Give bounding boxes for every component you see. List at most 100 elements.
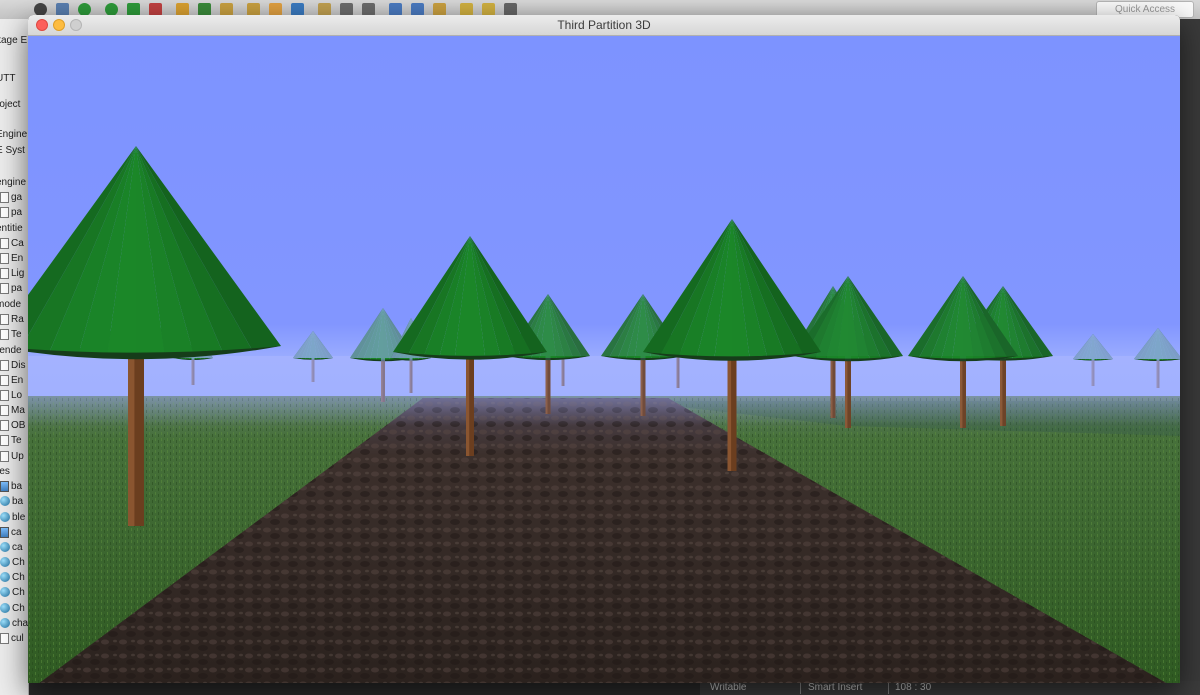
- explorer-item[interactable]: Te: [0, 327, 28, 342]
- resource-file-icon: [0, 603, 10, 614]
- explorer-item[interactable]: pa: [0, 281, 28, 296]
- render-viewport[interactable]: [28, 36, 1180, 683]
- explorer-item-label: Ch: [12, 557, 25, 568]
- window-titlebar[interactable]: Third Partition 3D: [28, 15, 1180, 36]
- explorer-item-label: En: [11, 375, 24, 386]
- explorer-item[interactable]: Ma: [0, 403, 28, 418]
- explorer-item[interactable]: cha: [0, 616, 29, 631]
- explorer-item-label: Ch: [12, 603, 25, 614]
- resource-file-icon: [0, 496, 10, 507]
- explorer-item[interactable]: ba: [0, 479, 28, 494]
- explorer-item[interactable]: Ch: [0, 570, 28, 585]
- resource-file-icon: [0, 542, 10, 553]
- explorer-item[interactable]: Up: [0, 449, 28, 464]
- explorer-item[interactable]: res: [0, 464, 28, 479]
- explorer-item-label: ca: [11, 527, 22, 538]
- horizon-fog: [28, 356, 1180, 426]
- explorer-item[interactable]: Dis: [0, 358, 28, 373]
- explorer-item[interactable]: Ch: [0, 585, 28, 600]
- explorer-item-label: mode: [0, 299, 22, 310]
- java-file-icon: [0, 374, 9, 386]
- resource-file-icon: [0, 587, 10, 598]
- image-file-icon: [0, 526, 9, 538]
- explorer-item[interactable]: Ca: [0, 236, 28, 251]
- explorer-item-label: rende: [0, 345, 22, 356]
- java-file-icon: [0, 237, 9, 249]
- explorer-item[interactable]: engine: [0, 175, 28, 190]
- explorer-item[interactable]: cul: [0, 631, 28, 646]
- java-file-icon: [0, 267, 9, 279]
- explorer-item-label: Ca: [11, 238, 24, 249]
- explorer-item[interactable]: ba: [0, 494, 28, 509]
- explorer-item[interactable]: roject: [0, 97, 28, 112]
- package-explorer: kage E UTT roject Engine E Syst engine ga pa ent…: [0, 19, 29, 695]
- explorer-item[interactable]: OB: [0, 418, 28, 433]
- status-insert-mode: Smart Insert: [808, 682, 863, 693]
- explorer-item-label: E Syst: [0, 145, 25, 156]
- explorer-item[interactable]: Lig: [0, 266, 28, 281]
- explorer-item[interactable]: kage E: [0, 33, 28, 48]
- java-file-icon: [0, 206, 9, 218]
- explorer-item[interactable]: rende: [0, 343, 28, 358]
- ide-status-bar: Writable Smart Insert 108 : 30: [700, 681, 1200, 695]
- explorer-item[interactable]: entitie: [0, 221, 28, 236]
- explorer-item-label: kage E: [0, 35, 28, 46]
- explorer-item-label: entitie: [0, 223, 23, 234]
- explorer-item-label: Up: [11, 451, 24, 462]
- java-file-icon: [0, 632, 9, 644]
- explorer-item-label: Lo: [11, 390, 23, 401]
- explorer-item[interactable]: Ra: [0, 312, 28, 327]
- explorer-item[interactable]: Lo: [0, 388, 28, 403]
- explorer-item-label: pa: [11, 283, 23, 294]
- explorer-item[interactable]: mode: [0, 297, 28, 312]
- java-file-icon: [0, 328, 9, 340]
- explorer-item-label: pa: [11, 207, 23, 218]
- explorer-item[interactable]: Ch: [0, 601, 28, 616]
- java-file-icon: [0, 389, 9, 401]
- java-file-icon: [0, 404, 9, 416]
- explorer-item[interactable]: ca: [0, 525, 28, 540]
- java-file-icon: [0, 434, 9, 446]
- explorer-item[interactable]: En: [0, 373, 28, 388]
- explorer-item-label: ble: [12, 512, 26, 523]
- status-writable: Writable: [710, 682, 747, 693]
- explorer-item-label: Te: [11, 329, 22, 340]
- java-file-icon: [0, 252, 9, 264]
- image-file-icon: [0, 480, 9, 492]
- explorer-item-label: engine: [0, 177, 27, 188]
- explorer-item-label: Lig: [11, 268, 25, 279]
- explorer-item-label: ba: [11, 481, 23, 492]
- resource-file-icon: [0, 618, 10, 629]
- explorer-item[interactable]: ca: [0, 540, 28, 555]
- explorer-item[interactable]: ble: [0, 510, 28, 525]
- java-file-icon: [0, 313, 9, 325]
- explorer-item[interactable]: Engine: [0, 127, 28, 142]
- status-cursor-position: 108 : 30: [895, 682, 932, 693]
- explorer-item-label: UTT: [0, 73, 16, 84]
- resource-file-icon: [0, 512, 10, 523]
- app-window: Third Partition 3D: [28, 15, 1180, 683]
- explorer-item[interactable]: En: [0, 251, 28, 266]
- ide-right-panel: [1180, 19, 1200, 695]
- java-file-icon: [0, 191, 9, 203]
- window-title: Third Partition 3D: [557, 18, 651, 32]
- explorer-item-label: Ch: [12, 587, 25, 598]
- explorer-item-label: res: [0, 466, 10, 477]
- explorer-item-label: OB: [11, 420, 26, 431]
- explorer-item-label: cul: [11, 633, 24, 644]
- explorer-item-label: ca: [12, 542, 23, 553]
- explorer-item-label: Ma: [11, 405, 25, 416]
- java-file-icon: [0, 282, 9, 294]
- explorer-item-label: En: [11, 253, 24, 264]
- 3d-scene: [28, 36, 1180, 683]
- explorer-item[interactable]: UTT: [0, 71, 28, 86]
- explorer-item-label: cha: [12, 618, 29, 629]
- explorer-item[interactable]: E Syst: [0, 143, 28, 158]
- explorer-item[interactable]: Ch: [0, 555, 28, 570]
- explorer-item[interactable]: Te: [0, 433, 28, 448]
- resource-file-icon: [0, 572, 10, 583]
- explorer-item[interactable]: ga: [0, 190, 28, 205]
- explorer-item-label: ga: [11, 192, 23, 203]
- java-file-icon: [0, 419, 9, 431]
- explorer-item[interactable]: pa: [0, 205, 28, 220]
